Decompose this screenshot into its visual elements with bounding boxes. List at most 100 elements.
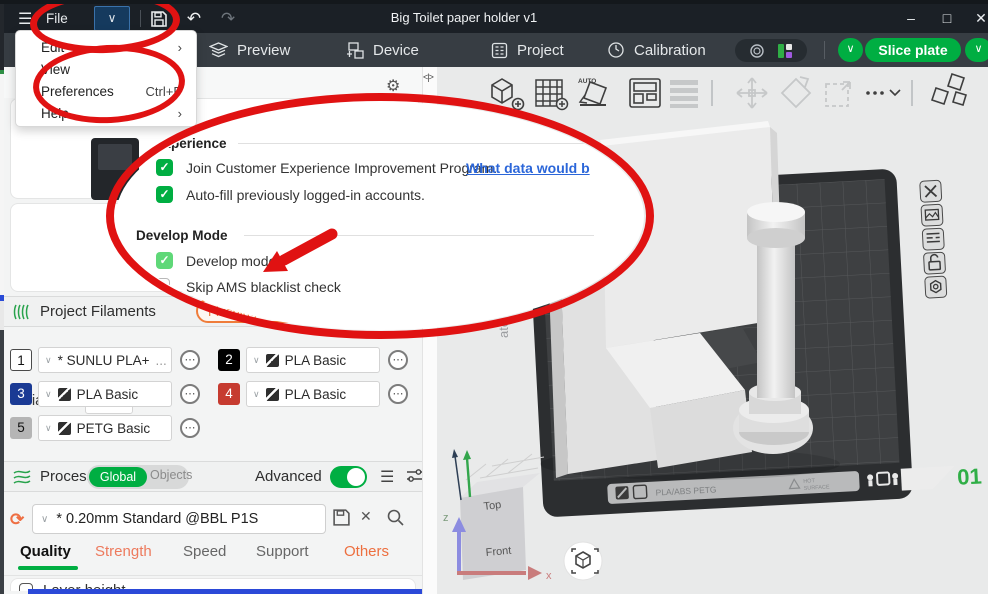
save-button[interactable] [147,7,171,31]
submenu-chevron-icon: › [178,62,182,77]
panel-collapse-handle[interactable]: <|> [423,72,433,82]
menu-item-preferences[interactable]: Preferences Ctrl+P [16,80,196,102]
skip-ams-label: Skip AMS blacklist check [186,279,341,295]
plate-image-button[interactable] [921,204,943,226]
autofill-checkbox[interactable]: ✓ [156,186,173,203]
bambu-logo-icon [266,388,279,401]
autofill-label: Auto-fill previously logged-in accounts. [186,187,425,203]
tab-calibration-label: Calibration [634,42,706,59]
filament-5-options-button[interactable]: ⋯ [180,418,200,438]
advanced-toggle-switch[interactable] [330,466,367,488]
chevron-down-icon: ∨ [253,355,260,366]
what-data-link[interactable]: What data would b [466,160,590,176]
save-preset-icon[interactable] [332,508,351,532]
develop-mode-checkbox[interactable]: ✓ [156,252,173,269]
filament-3-name: PLA Basic [77,387,139,402]
menu-item-view[interactable]: View › [16,58,196,80]
printer-settings-gear-icon[interactable]: ⚙ [386,76,400,96]
undo-button[interactable]: ↶ [182,7,206,31]
tab-calibration[interactable]: Calibration [607,33,706,67]
slice-plate-button[interactable]: Slice plate [865,38,961,62]
filament-3-options-button[interactable]: ⋯ [180,384,200,404]
search-icon[interactable] [386,508,405,532]
develop-mode-label: Develop mode [186,253,276,269]
plate-visibility-button[interactable] [925,276,947,298]
screen-edge-artifact [28,589,438,594]
file-menu-chevron-button[interactable]: ∨ [94,6,130,31]
menu-item-label: Help [41,106,69,121]
toggle-knob [347,468,365,486]
tab-others[interactable]: Others [344,543,389,560]
arrange-plate-button[interactable] [922,228,944,250]
tab-speed[interactable]: Speed [183,543,226,560]
filament-1-dropdown[interactable]: ∨ * SUNLU PLA+ ... [38,347,172,373]
window-title: Big Toilet paper holder v1 [324,10,604,25]
cube-face-front-label[interactable]: Front [485,545,512,559]
filament-4-options-button[interactable]: ⋯ [388,384,408,404]
project-filaments-title: Project Filaments [40,303,156,320]
redo-button[interactable]: ↷ [216,7,240,31]
close-button[interactable]: ✕ [966,5,988,31]
filament-2-name: PLA Basic [285,353,347,368]
tab-device[interactable]: Device [346,33,419,67]
scope-global-option[interactable]: Global [89,467,147,487]
delete-plate-button[interactable] [920,180,942,202]
process-preset-dropdown[interactable]: ∨ * 0.20mm Standard @BBL P1S [32,504,326,534]
view-cube-button[interactable] [564,542,602,580]
filament-4-name: PLA Basic [285,387,347,402]
file-menu-label[interactable]: File [46,11,68,26]
slice-scope-chevron-button[interactable]: ∨ [838,38,863,62]
clear-preset-icon[interactable]: ✕ [360,508,372,525]
filament-3-dropdown[interactable]: ∨ PLA Basic [38,381,172,407]
preset-name: * 0.20mm Standard @BBL P1S [56,511,258,527]
settings-list-icon[interactable]: ☰ [380,467,394,487]
filament-5-color-swatch[interactable]: 5 [10,417,32,439]
process-layers-icon [12,469,32,485]
hamburger-menu-icon[interactable]: ☰ [18,9,32,29]
chevron-down-icon: ∨ [41,514,48,525]
filament-2-color-swatch[interactable]: 2 [218,349,240,371]
chevron-down-icon: ∨ [45,389,52,400]
lock-plate-button[interactable] [923,252,945,274]
filament-2-options-button[interactable]: ⋯ [388,350,408,370]
submenu-chevron-icon: › [178,40,182,55]
filament-3-color-swatch[interactable]: 3 [10,383,32,405]
cube-face-top-label[interactable]: Top [483,499,502,513]
filament-4-color-swatch[interactable]: 4 [218,383,240,405]
bambu-logo-icon [58,388,71,401]
tab-support[interactable]: Support [256,543,309,560]
preview-layers-icon [209,42,228,59]
tab-quality[interactable]: Quality [20,543,71,560]
axis-x-label: x [546,570,552,582]
filament-1-ellipsis: ... [156,353,167,368]
maximize-button[interactable]: □ [932,5,962,31]
skip-ams-checkbox[interactable] [153,278,170,295]
filament-1-name: * SUNLU PLA+ [58,353,150,368]
filament-5-dropdown[interactable]: ∨ PETG Basic [38,415,172,441]
minimize-button[interactable]: – [896,5,926,31]
advanced-label: Advanced [255,468,322,485]
process-scope-toggle[interactable]: Global Objects [87,465,189,489]
tabbar-divider [824,41,825,59]
reset-preset-icon[interactable]: ⟳ [10,510,24,530]
scope-objects-option[interactable]: Objects [150,468,192,482]
tab-project[interactable]: Project [491,33,564,67]
filament-2-dropdown[interactable]: ∨ PLA Basic [246,347,380,373]
menu-item-help[interactable]: Help › [16,102,196,124]
record-ring-icon[interactable] [749,43,765,59]
print-options-chevron-button[interactable]: ∨ [965,38,988,62]
filament-4-dropdown[interactable]: ∨ PLA Basic [246,381,380,407]
menu-item-edit[interactable]: Edit › [16,36,196,58]
join-program-checkbox[interactable]: ✓ [156,159,173,176]
titlebar-divider [140,10,141,27]
tab-preview-label: Preview [237,42,290,59]
filament-1-color-swatch[interactable]: 1 [10,349,32,371]
filament-1-options-button[interactable]: ⋯ [180,350,200,370]
preferences-dialog-crop: er Experience ✓ Join Customer Experience… [116,102,644,330]
assembly-view-icon[interactable] [777,43,793,59]
tab-strength[interactable]: Strength [95,543,152,560]
tab-preview[interactable]: Preview [209,33,290,67]
tune-sliders-icon[interactable] [406,468,423,489]
user-experience-section-header: er Experience [138,136,227,151]
active-tab-underline [18,566,78,570]
